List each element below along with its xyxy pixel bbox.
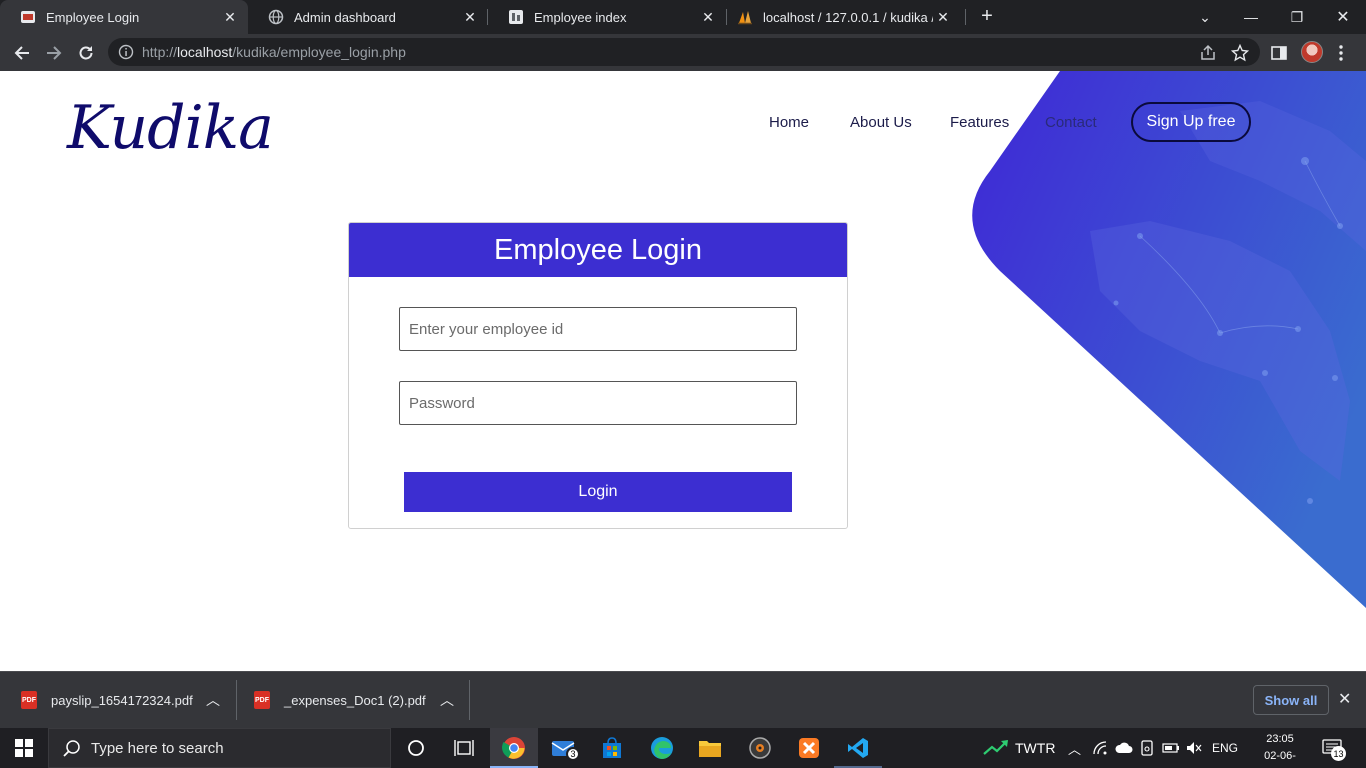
wifi-icon[interactable] [1093,728,1109,768]
pdf-file-icon: PDF [21,691,37,709]
download-item-payslip[interactable]: PDF payslip_1654172324.pdf [21,672,193,728]
taskbar-search-box[interactable]: Type here to search [48,728,391,768]
file-explorer-icon[interactable] [686,728,734,768]
tab-title: Admin dashboard [294,9,396,25]
close-tab-icon[interactable]: ✕ [698,7,718,27]
tab-title: Employee index [534,9,627,25]
stock-widget[interactable]: TWTR [983,728,1055,768]
system-clock[interactable]: 23:05 02-06-2022 [1252,731,1308,768]
close-download-bar-icon[interactable]: ✕ [1338,689,1351,709]
profile-avatar[interactable] [1301,41,1323,63]
tab-title: localhost / 127.0.0.1 / kudika / in [763,9,933,25]
reload-icon[interactable] [73,40,99,66]
site-favicon-icon [20,9,36,25]
sign-up-button[interactable]: Sign Up free [1131,102,1251,142]
show-all-downloads-button[interactable]: Show all [1253,685,1329,715]
stock-ticker: TWTR [1015,740,1056,756]
notification-center-icon[interactable]: 13 [1322,728,1346,768]
tab-divider [965,9,966,25]
url-text: http://localhost/kudika/employee_login.p… [142,44,406,60]
tab-employee-login[interactable]: Employee Login ✕ [0,0,248,34]
nav-contact[interactable]: Contact [1045,114,1097,131]
login-button[interactable]: Login [404,472,792,512]
battery-icon[interactable] [1162,728,1180,768]
mail-badge: 3 [566,747,580,761]
taskbar-chrome[interactable] [490,728,538,768]
language-indicator[interactable]: ENG [1212,728,1238,768]
close-tab-icon[interactable]: ✕ [460,7,480,27]
login-card: Employee Login Login [348,222,848,529]
nav-about-us[interactable]: About Us [850,114,912,131]
back-icon[interactable] [9,40,35,66]
task-view-icon[interactable] [440,728,488,768]
chrome-icon [502,736,526,760]
clock-date: 02-06-2022 [1264,750,1296,768]
site-logo[interactable]: Kudika [67,93,274,163]
xampp-icon[interactable] [785,728,833,768]
phpmyadmin-sail-icon [737,9,753,25]
media-player-icon[interactable] [736,728,784,768]
chrome-menu-icon[interactable] [1328,40,1354,66]
download-divider [236,680,237,720]
windows-start-icon[interactable] [0,728,48,768]
trending-up-icon [983,740,1008,755]
device-icon[interactable] [1141,728,1153,768]
document-favicon-icon [508,9,524,25]
store-icon[interactable] [588,728,636,768]
share-icon[interactable] [1195,40,1221,66]
tab-title: Employee Login [46,9,140,25]
tab-search-chevron-icon[interactable]: ⌄ [1182,0,1228,34]
side-panel-icon[interactable] [1266,40,1292,66]
taskbar-mail[interactable]: 3 [540,728,588,768]
chevron-up-icon[interactable]: ︿ [206,690,220,710]
close-tab-icon[interactable]: ✕ [933,7,953,27]
edge-icon[interactable] [638,728,686,768]
pdf-file-icon: PDF [254,691,270,709]
windows-taskbar: Type here to search 3 TWTR ︿ ENG 23:05 0… [0,728,1366,768]
tab-strip: Employee Login ✕ Admin dashboard ✕ Emplo… [0,0,1366,34]
tab-employee-index[interactable]: Employee index ✕ [488,0,726,34]
restore-icon[interactable]: ❐ [1274,0,1320,34]
minimize-icon[interactable]: — [1228,0,1274,34]
download-filename: _expenses_Doc1 (2).pdf [284,692,426,708]
download-item-expenses[interactable]: PDF _expenses_Doc1 (2).pdf [254,672,426,728]
cortana-icon[interactable] [392,728,440,768]
download-bar: PDF payslip_1654172324.pdf ︿ PDF _expens… [0,671,1366,728]
forward-icon[interactable] [41,40,67,66]
close-window-icon[interactable]: ✕ [1320,0,1366,34]
password-input[interactable] [399,381,797,425]
globe-icon [268,9,284,25]
vscode-icon[interactable] [834,728,882,768]
browser-toolbar: http://localhost/kudika/employee_login.p… [0,34,1366,71]
employee-id-input[interactable] [399,307,797,351]
notification-badge: 13 [1331,746,1346,761]
download-divider [469,680,470,720]
chevron-up-icon[interactable]: ︿ [440,690,454,710]
mail-icon: 3 [551,738,580,761]
download-filename: payslip_1654172324.pdf [51,692,193,708]
login-card-title: Employee Login [349,223,847,277]
search-icon [63,739,81,757]
volume-muted-icon[interactable] [1186,728,1202,768]
clock-time: 23:05 [1266,733,1294,745]
web-page: Kudika Home About Us Features Contact Si… [0,71,1366,671]
nav-home[interactable]: Home [769,114,809,131]
tab-admin-dashboard[interactable]: Admin dashboard ✕ [248,0,488,34]
show-hidden-icons-icon[interactable]: ︿ [1068,728,1081,768]
bookmark-star-icon[interactable] [1227,40,1253,66]
onedrive-cloud-icon[interactable] [1115,728,1133,768]
tab-phpmyadmin[interactable]: localhost / 127.0.0.1 / kudika / in ✕ [727,0,965,34]
new-tab-icon[interactable]: + [976,5,998,27]
site-info-icon[interactable] [118,44,134,60]
search-placeholder: Type here to search [91,739,224,757]
close-tab-icon[interactable]: ✕ [220,7,240,27]
nav-features[interactable]: Features [950,114,1009,131]
address-bar[interactable]: http://localhost/kudika/employee_login.p… [108,38,1260,66]
